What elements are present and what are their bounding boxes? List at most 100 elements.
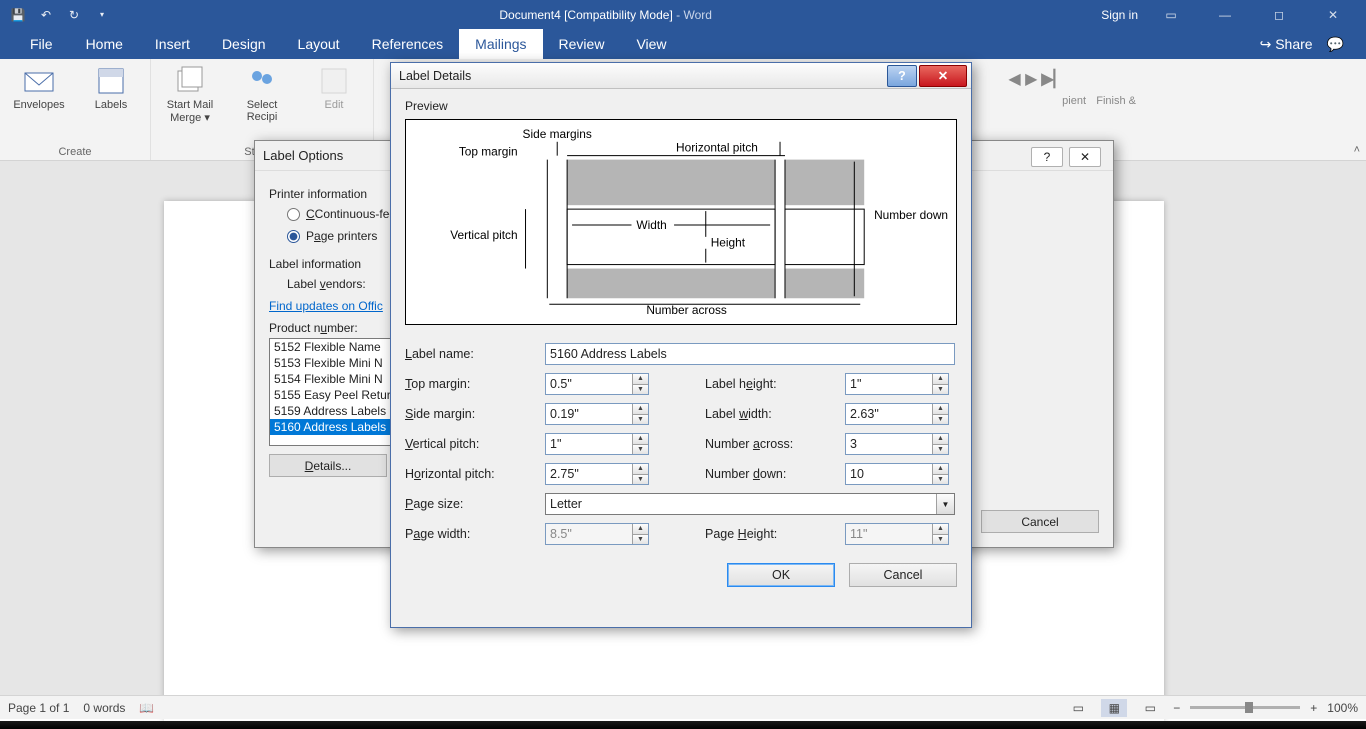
page-size-label: Page size: [405,497,545,511]
start-mail-merge-button[interactable]: Start Mail Merge ▾ [157,63,223,124]
recipient-truncated: pient [1062,95,1086,107]
label-name-input[interactable]: 5160 Address Labels [545,343,955,365]
ribbon-collapse-icon[interactable]: ˄ [1354,144,1360,156]
envelope-icon [23,65,55,97]
label-details-close-button[interactable]: ✕ [919,65,967,87]
label-name-label: Label name: [405,347,545,361]
nav-record-buttons[interactable]: ◀ ▶ ▶▏ [1008,69,1066,89]
tab-home[interactable]: Home [70,29,139,59]
window-title: Document4 [Compatibility Mode] - Word [110,8,1101,22]
zoom-value[interactable]: 100% [1327,701,1358,715]
list-item[interactable]: 5155 Easy Peel Retur [270,387,392,403]
product-number-list[interactable]: 5152 Flexible Name 5153 Flexible Mini N … [269,338,393,446]
label-width-label: Label width: [705,407,845,421]
top-margin-label: Top margin: [405,377,545,391]
minimize-icon[interactable]: — [1204,8,1246,22]
tab-design[interactable]: Design [206,29,282,59]
label-details-dialog: Label Details ? ✕ Preview [390,62,972,628]
label-height-label: Label height: [705,377,845,391]
details-button[interactable]: Details... [269,454,387,477]
save-icon[interactable]: 💾 [10,7,26,23]
cancel-button[interactable]: Cancel [849,563,957,587]
svg-text:Number down: Number down [874,208,948,222]
ok-button[interactable]: OK [727,563,835,587]
page-width-label: Page width: [405,527,545,541]
find-updates-link[interactable]: Find updates on Offic [269,299,383,313]
signin-link[interactable]: Sign in [1101,8,1138,22]
number-down-input[interactable]: 10▲▼ [845,463,949,485]
redo-icon[interactable]: ↻ [66,7,82,23]
comments-icon[interactable]: 💬 [1327,36,1344,53]
list-item[interactable]: 5160 Address Labels [270,419,392,435]
vertical-pitch-input[interactable]: 1"▲▼ [545,433,649,455]
page-size-select[interactable]: Letter▼ [545,493,955,515]
zoom-out-button[interactable]: − [1173,701,1180,715]
finish-label: Finish & [1096,95,1136,107]
edit-recipients-button[interactable]: Edit [301,63,367,124]
zoom-slider[interactable] [1190,706,1300,709]
horizontal-pitch-input[interactable]: 2.75"▲▼ [545,463,649,485]
label-height-input[interactable]: 1"▲▼ [845,373,949,395]
label-options-title: Label Options [263,148,343,163]
tab-mailings[interactable]: Mailings [459,29,542,59]
close-icon[interactable]: ✕ [1312,8,1354,22]
number-across-input[interactable]: 3▲▼ [845,433,949,455]
number-down-label: Number down: [705,467,845,481]
side-margin-input[interactable]: 0.19"▲▼ [545,403,649,425]
zoom-in-button[interactable]: + [1310,701,1317,715]
number-across-label: Number across: [705,437,845,451]
titlebar: 💾 ↶ ↻ ▾ Document4 [Compatibility Mode] -… [0,0,1366,29]
web-layout-icon[interactable]: ▭ [1137,699,1163,717]
mail-merge-icon [174,65,206,97]
label-options-help-button[interactable]: ? [1031,147,1063,167]
recipients-icon [246,65,278,97]
tab-review[interactable]: Review [543,29,621,59]
tab-file[interactable]: File [14,29,70,59]
list-item[interactable]: 5152 Flexible Name [270,339,392,355]
statusbar: Page 1 of 1 0 words 📖 ▭ ▦ ▭ − + 100% [0,695,1366,719]
page-height-input: 11"▲▼ [845,523,949,545]
label-options-cancel-button[interactable]: Cancel [981,510,1099,533]
label-vendors-label: Label vendors: [287,277,366,291]
label-details-title: Label Details [399,69,471,83]
spellcheck-icon[interactable]: 📖 [139,701,154,715]
label-options-close-button[interactable]: ✕ [1069,147,1101,167]
preview-diagram: Side margins Top margin Horizontal pitch… [405,119,957,325]
page-height-label: Page Height: [705,527,845,541]
select-recipients-button[interactable]: Select Recipi [229,63,295,124]
share-button[interactable]: ↪ Share [1260,36,1313,53]
page-indicator[interactable]: Page 1 of 1 [8,701,69,715]
list-item[interactable]: 5154 Flexible Mini N [270,371,392,387]
print-layout-icon[interactable]: ▦ [1101,699,1127,717]
envelopes-button[interactable]: Envelopes [6,63,72,111]
group-create-label: Create [58,146,91,158]
qat-dropdown-icon[interactable]: ▾ [94,7,110,23]
svg-text:Top margin: Top margin [459,145,518,159]
edit-icon [318,65,350,97]
ribbon-display-icon[interactable]: ▭ [1150,8,1192,22]
labels-button[interactable]: Labels [78,63,144,111]
tab-layout[interactable]: Layout [282,29,356,59]
page-width-input: 8.5"▲▼ [545,523,649,545]
svg-text:Height: Height [711,236,746,250]
list-item[interactable]: 5159 Address Labels [270,403,392,419]
read-mode-icon[interactable]: ▭ [1065,699,1091,717]
tab-view[interactable]: View [620,29,682,59]
top-margin-input[interactable]: 0.5"▲▼ [545,373,649,395]
label-details-help-button[interactable]: ? [887,65,917,87]
tab-insert[interactable]: Insert [139,29,206,59]
svg-text:Horizontal pitch: Horizontal pitch [676,141,758,155]
svg-text:Side margins: Side margins [523,127,592,141]
labels-icon [95,65,127,97]
horizontal-pitch-label: Horizontal pitch: [405,467,545,481]
side-margin-label: Side margin: [405,407,545,421]
label-width-input[interactable]: 2.63"▲▼ [845,403,949,425]
vertical-pitch-label: Vertical pitch: [405,437,545,451]
preview-label: Preview [405,99,957,113]
undo-icon[interactable]: ↶ [38,7,54,23]
maximize-icon[interactable]: ◻ [1258,8,1300,22]
word-count[interactable]: 0 words [83,701,125,715]
svg-text:Number across: Number across [646,303,727,317]
tab-references[interactable]: References [356,29,460,59]
list-item[interactable]: 5153 Flexible Mini N [270,355,392,371]
